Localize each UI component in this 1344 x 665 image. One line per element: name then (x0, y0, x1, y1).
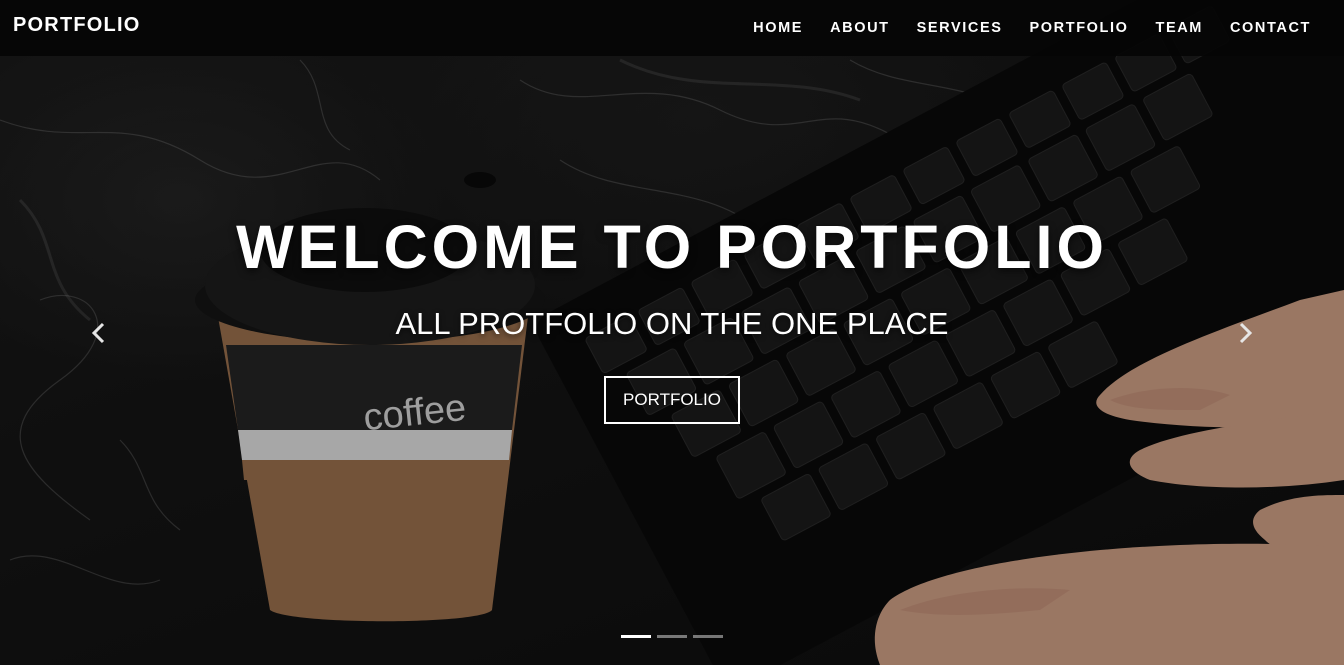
nav-menu: HOME ABOUT SERVICES PORTFOLIO TEAM CONTA… (726, 0, 1311, 56)
nav-item-team: TEAM (1156, 19, 1203, 37)
carousel-prev-button[interactable] (84, 318, 114, 348)
nav-item-home: HOME (753, 19, 803, 37)
portfolio-button[interactable]: PORTFOLIO (604, 376, 740, 424)
carousel-indicator-1[interactable] (621, 635, 651, 638)
nav-link-team[interactable]: TEAM (1156, 20, 1203, 36)
nav-link-services[interactable]: SERVICES (917, 20, 1003, 36)
nav-link-home[interactable]: HOME (753, 20, 803, 36)
carousel-indicators (621, 635, 729, 638)
navbar: PORTFOLIO HOME ABOUT SERVICES PORTFOLIO … (0, 0, 1344, 56)
carousel-indicator-2[interactable] (657, 635, 687, 638)
chevron-right-icon (1239, 322, 1253, 344)
carousel-next-button[interactable] (1230, 318, 1260, 348)
nav-item-portfolio: PORTFOLIO (1030, 19, 1129, 37)
hero-title: WELCOME TO PORTFOLIO (236, 213, 1108, 281)
nav-item-about: ABOUT (830, 19, 890, 37)
nav-item-services: SERVICES (917, 19, 1003, 37)
nav-link-about[interactable]: ABOUT (830, 20, 890, 36)
nav-item-contact: CONTACT (1230, 19, 1311, 37)
nav-link-portfolio[interactable]: PORTFOLIO (1030, 20, 1129, 36)
brand-logo-link[interactable]: PORTFOLIO (13, 14, 140, 37)
hero-subtitle: ALL PROTFOLIO ON THE ONE PLACE (395, 306, 949, 341)
nav-link-contact[interactable]: CONTACT (1230, 20, 1311, 36)
chevron-left-icon (91, 322, 105, 344)
carousel-caption: WELCOME TO PORTFOLIO ALL PROTFOLIO ON TH… (0, 212, 1344, 424)
carousel-indicator-3[interactable] (693, 635, 723, 638)
